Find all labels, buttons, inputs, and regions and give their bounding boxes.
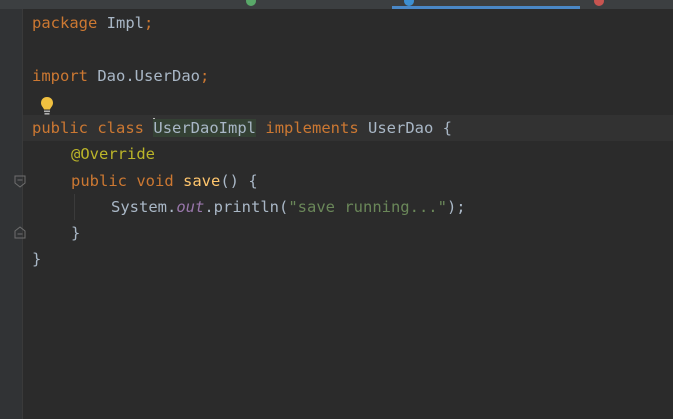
closing-brace: }	[32, 250, 42, 268]
code-line-3[interactable]: import Dao.UserDao;	[32, 63, 209, 89]
code-line-9[interactable]: }	[71, 220, 80, 246]
code-editor[interactable]: package Impl; import Dao.UserDao; public…	[0, 0, 673, 419]
method-name: save	[183, 172, 221, 190]
keyword: public	[32, 119, 88, 137]
class-ref: System.	[111, 198, 177, 216]
method-call: .println(	[204, 198, 289, 216]
tab-file-icon	[246, 0, 256, 6]
code-area[interactable]: package Impl; import Dao.UserDao; public…	[0, 9, 673, 419]
code-line-7[interactable]: public void save() {	[71, 168, 258, 194]
semicolon: ;	[199, 67, 210, 85]
code-line-8[interactable]: System.out.println("save running...");	[111, 194, 466, 220]
keyword: package	[32, 14, 98, 32]
class-name: UserDaoImpl	[153, 119, 257, 137]
code-line-1[interactable]: package Impl;	[32, 10, 153, 36]
keyword: class	[97, 119, 145, 137]
lightbulb-icon[interactable]	[39, 96, 55, 116]
interface-name: UserDao {	[358, 119, 453, 137]
static-field: out	[176, 198, 205, 216]
closing-brace: }	[71, 224, 81, 242]
import-name: Dao.UserDao	[88, 67, 200, 85]
code-line-6[interactable]: @Override	[71, 141, 155, 167]
package-name: Impl	[97, 14, 144, 32]
code-line-5[interactable]: public class UserDaoImpl implements User…	[32, 115, 452, 141]
indent-guide	[74, 194, 75, 220]
keyword: import	[32, 67, 88, 85]
keyword: implements	[265, 119, 359, 137]
string-literal: "save running..."	[288, 198, 447, 216]
semicolon: ;	[144, 14, 154, 32]
method-params: () {	[220, 172, 258, 190]
annotation: @Override	[71, 145, 155, 163]
keyword: void	[136, 172, 174, 190]
editor-tab-strip	[0, 0, 673, 9]
keyword: public	[71, 172, 127, 190]
tab-file-icon	[594, 0, 604, 6]
code-line-10[interactable]: }	[32, 246, 41, 272]
statement-end: );	[446, 198, 466, 216]
